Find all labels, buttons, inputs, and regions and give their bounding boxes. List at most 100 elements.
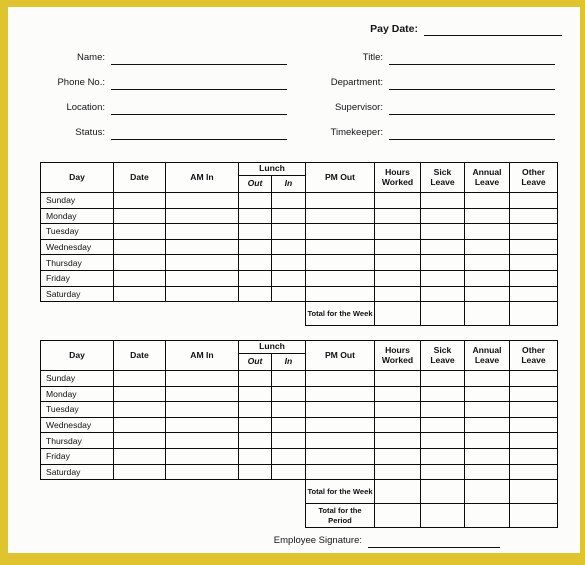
total-cell-other-leave[interactable] bbox=[509, 301, 558, 327]
cell-other-leave[interactable] bbox=[509, 285, 558, 303]
cell-other-leave[interactable] bbox=[509, 416, 558, 434]
cell-am-in[interactable] bbox=[165, 207, 239, 225]
cell-sick-leave[interactable] bbox=[420, 192, 465, 209]
cell-sick-leave[interactable] bbox=[420, 401, 465, 418]
cell-pm-out[interactable] bbox=[305, 254, 375, 271]
cell-am-in[interactable] bbox=[165, 385, 239, 403]
cell-annual-leave[interactable] bbox=[464, 401, 510, 418]
field-pay-date[interactable]: Pay Date: bbox=[356, 21, 562, 36]
total-cell-sick-leave[interactable] bbox=[420, 301, 465, 327]
cell-am-in[interactable] bbox=[165, 223, 239, 240]
status-input[interactable] bbox=[111, 127, 287, 140]
cell-pm-out[interactable] bbox=[305, 269, 375, 287]
cell-pm-out[interactable] bbox=[305, 401, 375, 418]
cell-am-in[interactable] bbox=[165, 432, 239, 449]
cell-date[interactable] bbox=[113, 238, 166, 256]
cell-lunch-out[interactable] bbox=[238, 401, 272, 418]
cell-sick-leave[interactable] bbox=[420, 269, 465, 287]
cell-annual-leave[interactable] bbox=[464, 254, 510, 271]
cell-hours-worked[interactable] bbox=[374, 370, 421, 387]
total-cell-annual-leave[interactable] bbox=[464, 479, 510, 505]
total-cell-other-leave[interactable] bbox=[509, 479, 558, 505]
cell-date[interactable] bbox=[113, 447, 166, 465]
total-cell-annual-leave[interactable] bbox=[464, 503, 510, 529]
cell-annual-leave[interactable] bbox=[464, 223, 510, 240]
cell-other-leave[interactable] bbox=[509, 192, 558, 209]
cell-annual-leave[interactable] bbox=[464, 285, 510, 303]
cell-pm-out[interactable] bbox=[305, 463, 375, 481]
cell-hours-worked[interactable] bbox=[374, 238, 421, 256]
field-title[interactable]: Title: bbox=[317, 50, 555, 65]
cell-am-in[interactable] bbox=[165, 269, 239, 287]
cell-am-in[interactable] bbox=[165, 463, 239, 481]
cell-other-leave[interactable] bbox=[509, 269, 558, 287]
cell-pm-out[interactable] bbox=[305, 285, 375, 303]
employee-signature-input[interactable] bbox=[368, 535, 500, 548]
cell-hours-worked[interactable] bbox=[374, 416, 421, 434]
cell-annual-leave[interactable] bbox=[464, 238, 510, 256]
cell-am-in[interactable] bbox=[165, 370, 239, 387]
cell-sick-leave[interactable] bbox=[420, 254, 465, 271]
phone-no-input[interactable] bbox=[111, 77, 287, 90]
cell-lunch-out[interactable] bbox=[238, 385, 272, 403]
cell-other-leave[interactable] bbox=[509, 463, 558, 481]
cell-other-leave[interactable] bbox=[509, 432, 558, 449]
cell-am-in[interactable] bbox=[165, 447, 239, 465]
cell-lunch-in[interactable] bbox=[271, 416, 306, 434]
cell-lunch-out[interactable] bbox=[238, 269, 272, 287]
field-status[interactable]: Status: bbox=[39, 125, 287, 140]
cell-lunch-in[interactable] bbox=[271, 192, 306, 209]
pay-date-input[interactable] bbox=[424, 23, 562, 36]
cell-sick-leave[interactable] bbox=[420, 207, 465, 225]
cell-am-in[interactable] bbox=[165, 401, 239, 418]
cell-date[interactable] bbox=[113, 254, 166, 271]
cell-sick-leave[interactable] bbox=[420, 432, 465, 449]
cell-date[interactable] bbox=[113, 370, 166, 387]
cell-annual-leave[interactable] bbox=[464, 192, 510, 209]
cell-other-leave[interactable] bbox=[509, 370, 558, 387]
cell-annual-leave[interactable] bbox=[464, 447, 510, 465]
cell-other-leave[interactable] bbox=[509, 223, 558, 240]
cell-annual-leave[interactable] bbox=[464, 416, 510, 434]
cell-lunch-in[interactable] bbox=[271, 447, 306, 465]
cell-lunch-out[interactable] bbox=[238, 192, 272, 209]
cell-am-in[interactable] bbox=[165, 192, 239, 209]
cell-date[interactable] bbox=[113, 269, 166, 287]
cell-pm-out[interactable] bbox=[305, 223, 375, 240]
cell-date[interactable] bbox=[113, 207, 166, 225]
field-department[interactable]: Department: bbox=[317, 75, 555, 90]
cell-sick-leave[interactable] bbox=[420, 223, 465, 240]
cell-lunch-in[interactable] bbox=[271, 254, 306, 271]
cell-hours-worked[interactable] bbox=[374, 432, 421, 449]
field-phone-no[interactable]: Phone No.: bbox=[39, 75, 287, 90]
cell-sick-leave[interactable] bbox=[420, 463, 465, 481]
cell-lunch-out[interactable] bbox=[238, 285, 272, 303]
cell-am-in[interactable] bbox=[165, 254, 239, 271]
field-name[interactable]: Name: bbox=[39, 50, 287, 65]
total-cell-hours-worked[interactable] bbox=[374, 503, 421, 529]
cell-annual-leave[interactable] bbox=[464, 269, 510, 287]
cell-hours-worked[interactable] bbox=[374, 385, 421, 403]
cell-pm-out[interactable] bbox=[305, 238, 375, 256]
cell-lunch-out[interactable] bbox=[238, 207, 272, 225]
cell-pm-out[interactable] bbox=[305, 370, 375, 387]
cell-lunch-out[interactable] bbox=[238, 254, 272, 271]
total-cell-annual-leave[interactable] bbox=[464, 301, 510, 327]
cell-lunch-out[interactable] bbox=[238, 238, 272, 256]
cell-lunch-in[interactable] bbox=[271, 370, 306, 387]
cell-hours-worked[interactable] bbox=[374, 285, 421, 303]
cell-lunch-out[interactable] bbox=[238, 370, 272, 387]
cell-pm-out[interactable] bbox=[305, 447, 375, 465]
total-cell-hours-worked[interactable] bbox=[374, 301, 421, 327]
cell-annual-leave[interactable] bbox=[464, 432, 510, 449]
cell-lunch-in[interactable] bbox=[271, 269, 306, 287]
cell-pm-out[interactable] bbox=[305, 207, 375, 225]
cell-date[interactable] bbox=[113, 192, 166, 209]
cell-pm-out[interactable] bbox=[305, 192, 375, 209]
cell-sick-leave[interactable] bbox=[420, 385, 465, 403]
cell-hours-worked[interactable] bbox=[374, 463, 421, 481]
cell-sick-leave[interactable] bbox=[420, 447, 465, 465]
cell-hours-worked[interactable] bbox=[374, 207, 421, 225]
timekeeper-input[interactable] bbox=[389, 127, 555, 140]
cell-hours-worked[interactable] bbox=[374, 401, 421, 418]
